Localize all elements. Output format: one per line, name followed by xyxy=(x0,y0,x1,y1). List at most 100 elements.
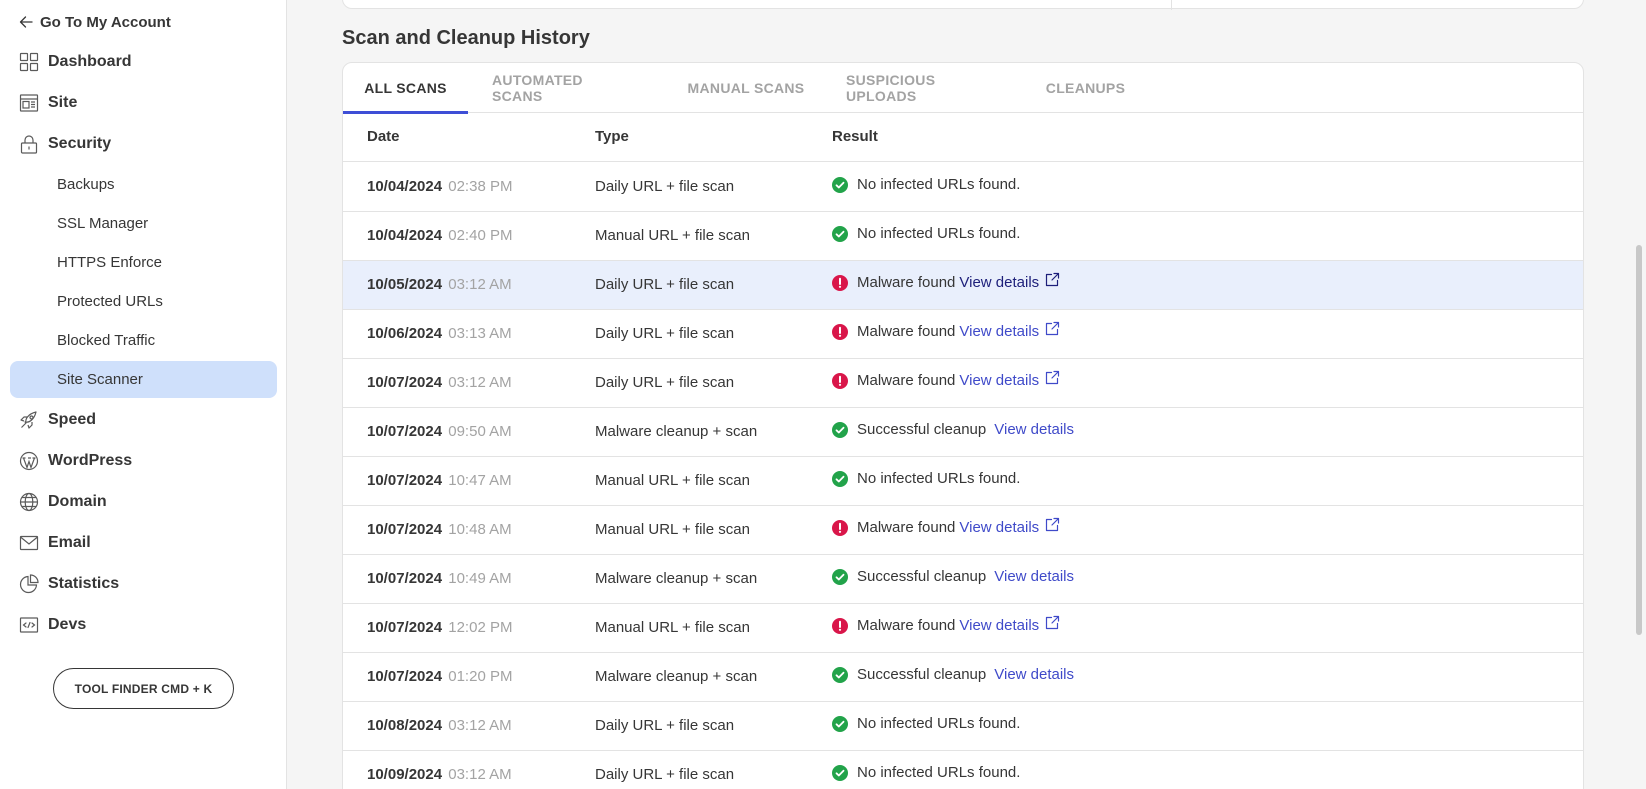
view-details-link[interactable]: View details xyxy=(959,617,1039,634)
nav-dashboard[interactable]: Dashboard xyxy=(19,50,132,74)
row-type: Daily URL + file scan xyxy=(595,374,735,391)
time-value: 10:47 AM xyxy=(448,472,512,489)
tab-bar: ALL SCANS AUTOMATED SCANS MANUAL SCANS S… xyxy=(343,63,1583,114)
tab-manual-scans[interactable]: MANUAL SCANS xyxy=(686,63,806,113)
pie-chart-icon xyxy=(19,574,39,594)
sidebar-item-label: Blocked Traffic xyxy=(57,332,156,349)
divider xyxy=(1171,0,1172,10)
row-result: Successful cleanup View details xyxy=(832,421,1074,438)
page-title: Scan and Cleanup History xyxy=(342,27,590,49)
result-text: No infected URLs found. xyxy=(857,764,1021,781)
view-details-link[interactable]: View details xyxy=(959,519,1039,536)
date-value: 10/07/2024 xyxy=(367,619,443,636)
row-date: 10/04/2024 02:38 PM xyxy=(367,178,512,195)
mail-icon xyxy=(19,533,39,553)
view-details-link[interactable]: View details xyxy=(994,568,1074,585)
table-row: 10/04/2024 02:40 PM Manual URL + file sca… xyxy=(343,212,1583,261)
nav-site[interactable]: Site xyxy=(19,91,77,115)
row-type: Malware cleanup + scan xyxy=(595,668,758,685)
table-row: 10/07/2024 12:02 PM Manual URL + file sca… xyxy=(343,604,1583,653)
nav-speed[interactable]: Speed xyxy=(19,408,96,432)
scan-history-card: ALL SCANS AUTOMATED SCANS MANUAL SCANS S… xyxy=(342,62,1584,789)
table-row: 10/04/2024 02:38 PM Daily URL + file scan… xyxy=(343,163,1583,212)
row-result: No infected URLs found. xyxy=(832,225,1020,242)
external-link-icon[interactable] xyxy=(1045,370,1060,385)
view-details-link[interactable]: View details xyxy=(959,274,1039,291)
tab-all-scans[interactable]: ALL SCANS xyxy=(343,63,468,114)
result-text: No infected URLs found. xyxy=(857,715,1021,732)
sidebar-item-blocked-traffic[interactable]: Blocked Traffic xyxy=(10,322,277,359)
view-details-link[interactable]: View details xyxy=(959,323,1039,340)
view-details-link[interactable]: View details xyxy=(994,666,1074,683)
sidebar-item-label: HTTPS Enforce xyxy=(57,254,163,271)
row-type: Manual URL + file scan xyxy=(595,619,750,636)
sidebar-item-backups[interactable]: Backups xyxy=(10,166,277,203)
time-value: 10:48 AM xyxy=(448,521,512,538)
sidebar-item-https-enforce[interactable]: HTTPS Enforce xyxy=(10,244,277,281)
code-icon xyxy=(19,615,39,635)
sidebar-item-site-scanner[interactable]: Site Scanner xyxy=(10,361,277,398)
external-link-icon[interactable] xyxy=(1045,615,1060,630)
nav-devs[interactable]: Devs xyxy=(19,613,86,637)
time-value: 01:20 PM xyxy=(448,668,513,685)
row-date: 10/04/2024 02:40 PM xyxy=(367,227,512,244)
date-value: 10/07/2024 xyxy=(367,472,443,489)
previous-card xyxy=(342,0,1584,10)
table-header: Date Type Result xyxy=(343,113,1583,162)
result-text: Malware found xyxy=(857,617,956,634)
alert-icon xyxy=(832,323,848,340)
view-details-link[interactable]: View details xyxy=(959,372,1039,389)
check-circle-icon xyxy=(832,715,848,732)
nav-label: WordPress xyxy=(48,452,133,469)
result-text: Successful cleanup xyxy=(857,666,987,683)
external-link-icon[interactable] xyxy=(1045,321,1060,336)
view-details-link[interactable]: View details xyxy=(994,421,1074,438)
wordpress-icon xyxy=(19,451,39,471)
nav-security[interactable]: Security xyxy=(19,132,111,156)
alert-icon xyxy=(832,274,848,291)
external-link-icon[interactable] xyxy=(1045,272,1060,287)
sidebar: Go To My Account Dashboard Site Security… xyxy=(0,0,287,789)
nav-email[interactable]: Email xyxy=(19,531,91,555)
date-value: 10/07/2024 xyxy=(367,570,443,587)
row-result: No infected URLs found. xyxy=(832,715,1020,732)
row-type: Malware cleanup + scan xyxy=(595,570,758,587)
table-row: 10/07/2024 01:20 PM Malware cleanup + sca… xyxy=(343,653,1583,702)
table-row: 10/07/2024 09:50 AM Malware cleanup + sca… xyxy=(343,408,1583,457)
result-text: Successful cleanup xyxy=(857,568,987,585)
time-value: 03:13 AM xyxy=(448,325,512,342)
lock-icon xyxy=(19,134,39,154)
column-header-date: Date xyxy=(367,128,400,145)
time-value: 03:12 AM xyxy=(448,276,512,293)
time-value: 03:12 AM xyxy=(448,717,512,734)
row-type: Daily URL + file scan xyxy=(595,178,735,195)
external-link-icon[interactable] xyxy=(1045,517,1060,532)
nav-statistics[interactable]: Statistics xyxy=(19,572,119,596)
result-text: Malware found xyxy=(857,519,956,536)
sidebar-item-ssl-manager[interactable]: SSL Manager xyxy=(10,205,277,242)
table-row: 10/06/2024 03:13 AM Daily URL + file scan… xyxy=(343,310,1583,359)
tab-automated-scans[interactable]: AUTOMATED SCANS xyxy=(492,63,637,113)
tool-finder-button[interactable]: TOOL FINDER CMD + K xyxy=(53,668,234,709)
column-header-result: Result xyxy=(832,128,878,145)
row-date: 10/07/2024 03:12 AM xyxy=(367,374,512,391)
go-to-my-account-link[interactable]: Go To My Account xyxy=(19,12,171,32)
app-root: Go To My Account Dashboard Site Security… xyxy=(0,0,1646,789)
dashboard-icon xyxy=(19,52,39,72)
date-value: 10/08/2024 xyxy=(367,717,443,734)
nav-label: Domain xyxy=(48,493,107,510)
table-row: 10/07/2024 10:48 AM Manual URL + file sca… xyxy=(343,506,1583,555)
sidebar-item-protected-urls[interactable]: Protected URLs xyxy=(10,283,277,320)
time-value: 10:49 AM xyxy=(448,570,512,587)
row-result: No infected URLs found. xyxy=(832,176,1020,193)
nav-domain[interactable]: Domain xyxy=(19,490,107,514)
row-type: Manual URL + file scan xyxy=(595,227,750,244)
tab-cleanups[interactable]: CLEANUPS xyxy=(1046,63,1125,113)
row-result: Successful cleanup View details xyxy=(832,568,1074,585)
row-date: 10/06/2024 03:13 AM xyxy=(367,325,512,342)
time-value: 02:38 PM xyxy=(448,178,513,195)
nav-wordpress[interactable]: WordPress xyxy=(19,449,132,473)
scrollbar-thumb[interactable] xyxy=(1636,245,1642,635)
date-value: 10/07/2024 xyxy=(367,521,443,538)
tab-suspicious-uploads[interactable]: SUSPICIOUS UPLOADS xyxy=(846,63,1006,113)
